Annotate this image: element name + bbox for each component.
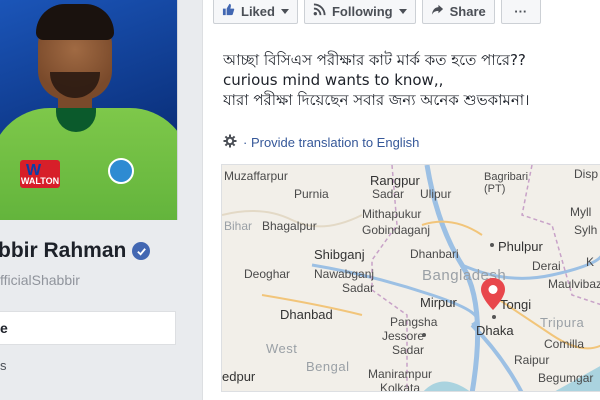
map-label-sadar: Sadar [392,343,425,357]
facebook-page-screenshot: WALTON W bbir Rahman fficialShabbir e s … [0,0,600,400]
map-label-purnia: Purnia [294,187,329,201]
sponsor-logo-mark: W [26,162,42,179]
map-label-bengal: Bengal [306,359,350,374]
share-label: Share [449,3,486,19]
map-label-dhanbari: Dhanbari [410,247,459,261]
map-pin-icon[interactable] [480,277,506,311]
map-label-edpur: edpur [222,369,256,384]
map-label-muzaffarpur: Muzaffarpur [224,169,288,183]
map-label-west: West [266,341,298,356]
map-label-jessore: Jessore [382,329,425,343]
map-label-tripura: Tripura [540,315,585,330]
share-arrow-icon [431,3,444,19]
nav-selected-item[interactable]: e [0,311,176,345]
map-label-moulvibazar: Maulvibaza [548,277,600,291]
share-button[interactable]: Share [421,0,495,24]
post-text-line: আচ্ছা বিসিএস পরীক্ষার কাট মার্ক কত হতে প… [223,51,526,69]
chevron-down-icon [398,8,407,14]
map-city-dot [490,243,494,247]
post-text: আচ্ছা বিসিএস পরীক্ষার কাট মার্ক কত হতে প… [223,50,600,110]
team-badge [108,158,134,184]
map-label-deoghar: Deoghar [244,267,291,281]
map-label-begumganj: Begumgar [538,371,594,385]
map-label-dhanbad: Dhanbad [280,307,333,322]
more-options-button[interactable]: ··· [500,0,541,24]
liked-button[interactable]: Liked [213,0,298,24]
map-city-dot [492,315,496,319]
chevron-down-icon [280,8,289,14]
map-label-shibganj: Shibganj [314,247,365,262]
liked-label: Liked [241,3,275,19]
map-label-bagribari: Bagribari [484,171,529,183]
map-label-kolkata: Kolkata [380,381,421,392]
post-action-bar: Liked Following Share ··· [203,0,600,34]
map-label-rangpur: Rangpur [370,173,420,188]
profile-handle[interactable]: fficialShabbir [0,272,80,288]
map-label-k: K [586,255,595,269]
map-label-gobindaganj: Gobindaganj [362,223,431,237]
map-label-bhagalpur: Bhagalpur [262,219,317,233]
map-label-dhaka: Dhaka [476,323,514,338]
map-label-nawabganj: Nawabganj [314,267,375,281]
translate-link[interactable]: · Provide translation to English [223,134,419,151]
thumbs-up-icon [222,3,235,19]
verified-badge-icon [132,242,151,260]
map-attachment[interactable]: Muzaffarpur Rangpur Bagribari (PT) Disp … [221,164,600,392]
map-label-sylhet: Sylh [574,223,598,237]
post-card: Liked Following Share ··· আচ্ছা বিসিএস প… [202,0,600,400]
nav-selected-label: e [0,320,8,336]
map-label-manirampur: Manirampur [368,367,433,381]
map-label-dispur: Disp [574,167,599,181]
profile-name[interactable]: bbir Rahman [0,239,126,263]
nav-item[interactable]: s [0,358,7,373]
profile-photo[interactable]: WALTON W [0,0,178,220]
map-label-mithapukur: Mithapukur [362,207,422,221]
post-text-line: curious mind wants to know,, [223,71,444,89]
map-label-pangsha: Pangsha [390,315,438,329]
gear-icon [223,134,237,151]
post-text-line: যারা পরীক্ষা দিয়েছেন সবার জন্য অনেক শুভ… [223,91,530,109]
map-label-raipur: Raipur [514,353,550,367]
following-button[interactable]: Following [303,0,416,24]
player-hair-shape [36,4,114,40]
map-label-nawabganj-sadar: Sadar [342,281,375,295]
map-city-dot [422,333,426,337]
map-label-derai: Derai [532,259,561,273]
more-dots-icon: ··· [514,3,528,19]
map-label-bihar: Bihar [224,219,253,233]
map-label-comilla: Comilla [544,337,585,351]
map-label-pt: (PT) [484,183,506,195]
map-label-saidpur: Sadar [372,187,405,201]
map-label-ulipur: Ulipur [420,187,452,201]
rss-feed-icon [313,3,326,19]
map-label-myli: Myll [570,205,592,219]
map-label-mirpur: Mirpur [420,295,457,310]
profile-sidebar: WALTON W bbir Rahman fficialShabbir e s [0,0,192,400]
following-label: Following [331,3,393,19]
map-label-phulpur: Phulpur [498,239,543,254]
translate-label: · Provide translation to English [243,135,420,150]
profile-name-row: bbir Rahman [0,236,192,266]
